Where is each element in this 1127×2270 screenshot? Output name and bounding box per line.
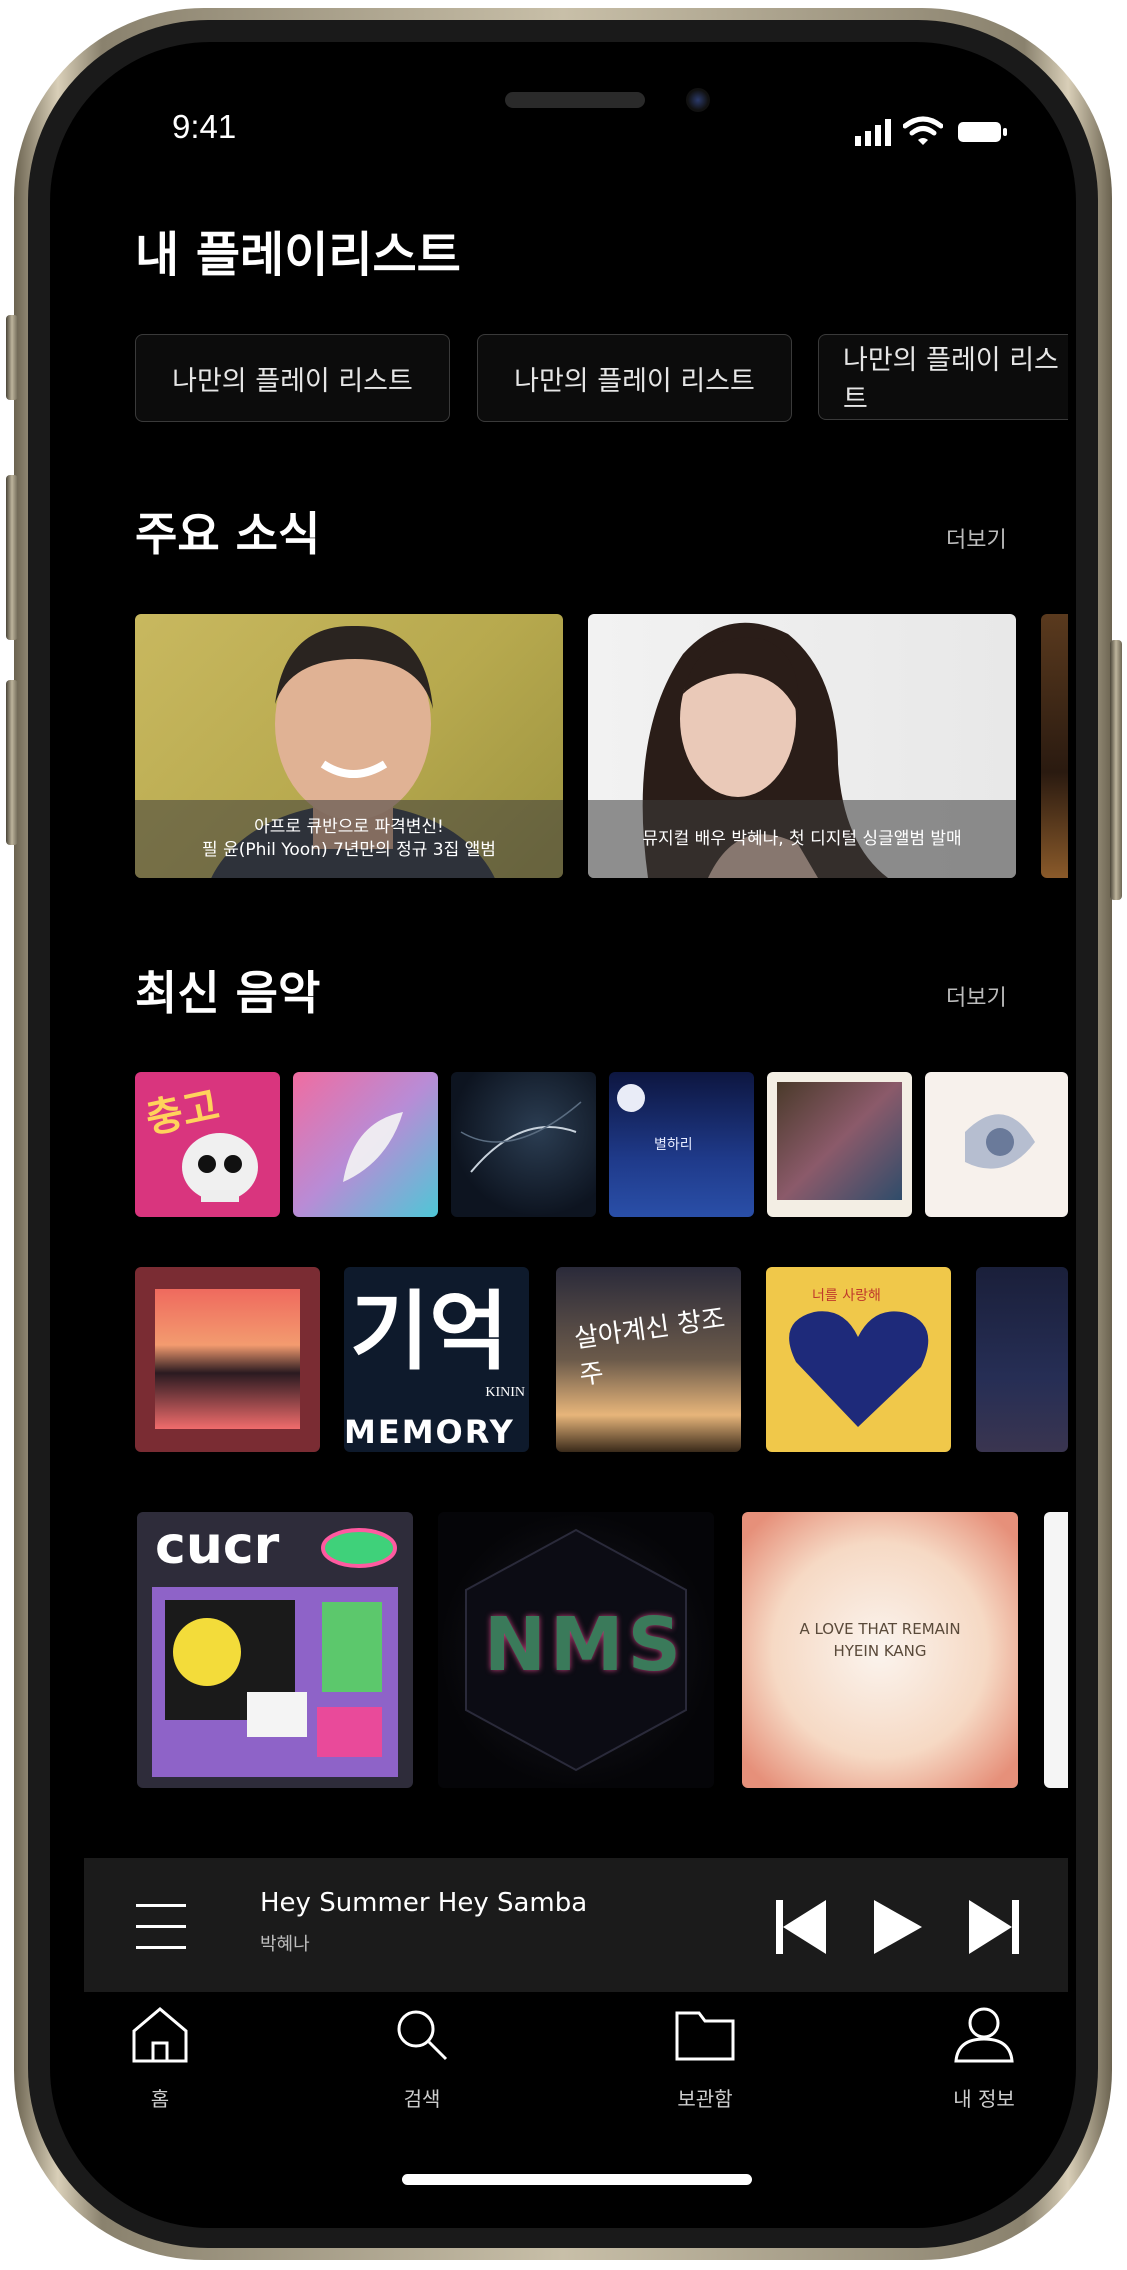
home-icon [132,2007,188,2063]
news-card-caption-line: 아프로 큐반으로 파격변신! [254,817,444,838]
room-illustration [152,1528,398,1777]
tab-home[interactable]: 홈 [120,2005,200,2115]
playlist-chip-label: 나만의 플레이 리스트 [514,365,755,397]
news-section-title: 주요 소식 [135,507,321,561]
album-art-text: NMS [484,1602,685,1688]
search-icon [397,2010,448,2061]
news-card-caption-line: 필 윤(Phil Yoon) 7년만의 정규 3집 앨범 [202,840,496,860]
album-art-text: 별하리 [654,1137,693,1153]
tab-label: 내 정보 [953,2087,1015,2111]
album-art-text: HYEIN KANG [833,1642,927,1660]
album-cover[interactable]: A LOVE THAT REMAIN HYEIN KANG [742,1512,1018,1788]
album-art-text: KININ [485,1385,525,1400]
latest-more-link[interactable]: 더보기 [946,980,1007,1012]
album-cover[interactable]: NMS [438,1512,714,1788]
news-more-link[interactable]: 더보기 [946,522,1007,554]
signal-icon [855,119,891,146]
album-illustration [965,1114,1035,1169]
playlist-chip-label: 나만의 플레이 리스트 [172,365,413,397]
album-cover[interactable] [293,1072,438,1217]
tab-profile[interactable]: 내 정보 [944,2005,1024,2115]
front-camera [686,88,710,112]
battery-icon [958,122,1007,142]
status-time: 9:41 [172,108,237,145]
album-art-text: 살아계신 창조주 [572,1303,727,1392]
news-card[interactable]: 뮤지컬 배우 박혜나, 첫 디지털 싱글앨범 발매 [588,614,1016,878]
album-cover[interactable]: 너를 사랑해 [766,1267,951,1452]
power-button [1110,640,1122,900]
album-cover[interactable] [1044,1512,1068,1788]
tab-label: 홈 [150,2087,170,2111]
album-cover[interactable] [135,1267,320,1452]
album-art-text: A LOVE THAT REMAIN [799,1620,961,1638]
news-card-partial[interactable] [1041,614,1068,878]
album-cover[interactable] [976,1267,1068,1452]
skull-illustration [182,1133,258,1202]
next-track-icon[interactable] [969,1900,1019,1954]
playlist-chip-label: 나만의 플레이 리스트 [843,345,1059,415]
play-icon[interactable] [874,1900,922,1954]
home-indicator[interactable] [402,2174,752,2185]
screen: 9:41 내 플레이리스트 나만의 플레이 리스트 나만의 플레이 리스트 나만… [50,42,1076,2228]
folder-icon [675,2011,735,2061]
news-card-caption: 뮤지컬 배우 박혜나, 첫 디지털 싱글앨범 발매 [588,800,1016,878]
playlist-chip[interactable]: 나만의 플레이 리스트 [818,334,1068,420]
news-card-caption-line: 뮤지컬 배우 박혜나, 첫 디지털 싱글앨범 발매 [642,828,962,849]
tab-library[interactable]: 보관함 [665,2005,745,2115]
queue-menu-icon[interactable] [136,1902,186,1952]
now-playing-title: Hey Summer Hey Samba [260,1888,588,1918]
wifi-icon [903,116,943,145]
tab-label: 검색 [403,2087,441,2111]
mini-player[interactable]: Hey Summer Hey Samba 박혜나 [84,1858,1068,1992]
album-cover[interactable]: 살아계신 창조주 [556,1267,741,1452]
album-cover[interactable]: 별하리 [609,1072,754,1217]
latest-section-title: 최신 음악 [135,966,321,1020]
user-icon [954,2007,1014,2063]
album-cover[interactable] [767,1072,912,1217]
album-art-text: MEMORY [344,1413,515,1451]
feather-illustration [343,1112,403,1182]
playlist-chip[interactable]: 나만의 플레이 리스트 [135,334,450,422]
volume-up-button [6,475,18,640]
album-sunset-art [155,1289,300,1429]
dark-waves-illustration [460,1101,582,1173]
tab-label: 보관함 [677,2087,733,2111]
earpiece-speaker [505,92,645,108]
news-card-caption: 아프로 큐반으로 파격변신! 필 윤(Phil Yoon) 7년만의 정규 3집… [135,800,563,878]
album-cover[interactable]: cucr [137,1512,413,1788]
album-art-text: 기억 [350,1282,509,1382]
now-playing-artist: 박혜나 [260,1934,310,1955]
album-photo [777,1082,902,1200]
volume-down-button [6,680,18,845]
heart-icon [789,1311,929,1427]
playlist-chip[interactable]: 나만의 플레이 리스트 [477,334,792,422]
tab-search[interactable]: 검색 [382,2005,462,2115]
album-cover[interactable] [451,1072,596,1217]
album-cover[interactable] [925,1072,1068,1217]
page-title: 내 플레이리스트 [135,227,461,283]
previous-track-icon[interactable] [776,1900,826,1954]
news-card[interactable]: 아프로 큐반으로 파격변신! 필 윤(Phil Yoon) 7년만의 정규 3집… [135,614,563,878]
album-cover[interactable]: 충고 [135,1072,280,1217]
album-cover[interactable]: 기억 KININ MEMORY [344,1267,529,1452]
mute-switch [6,315,18,400]
